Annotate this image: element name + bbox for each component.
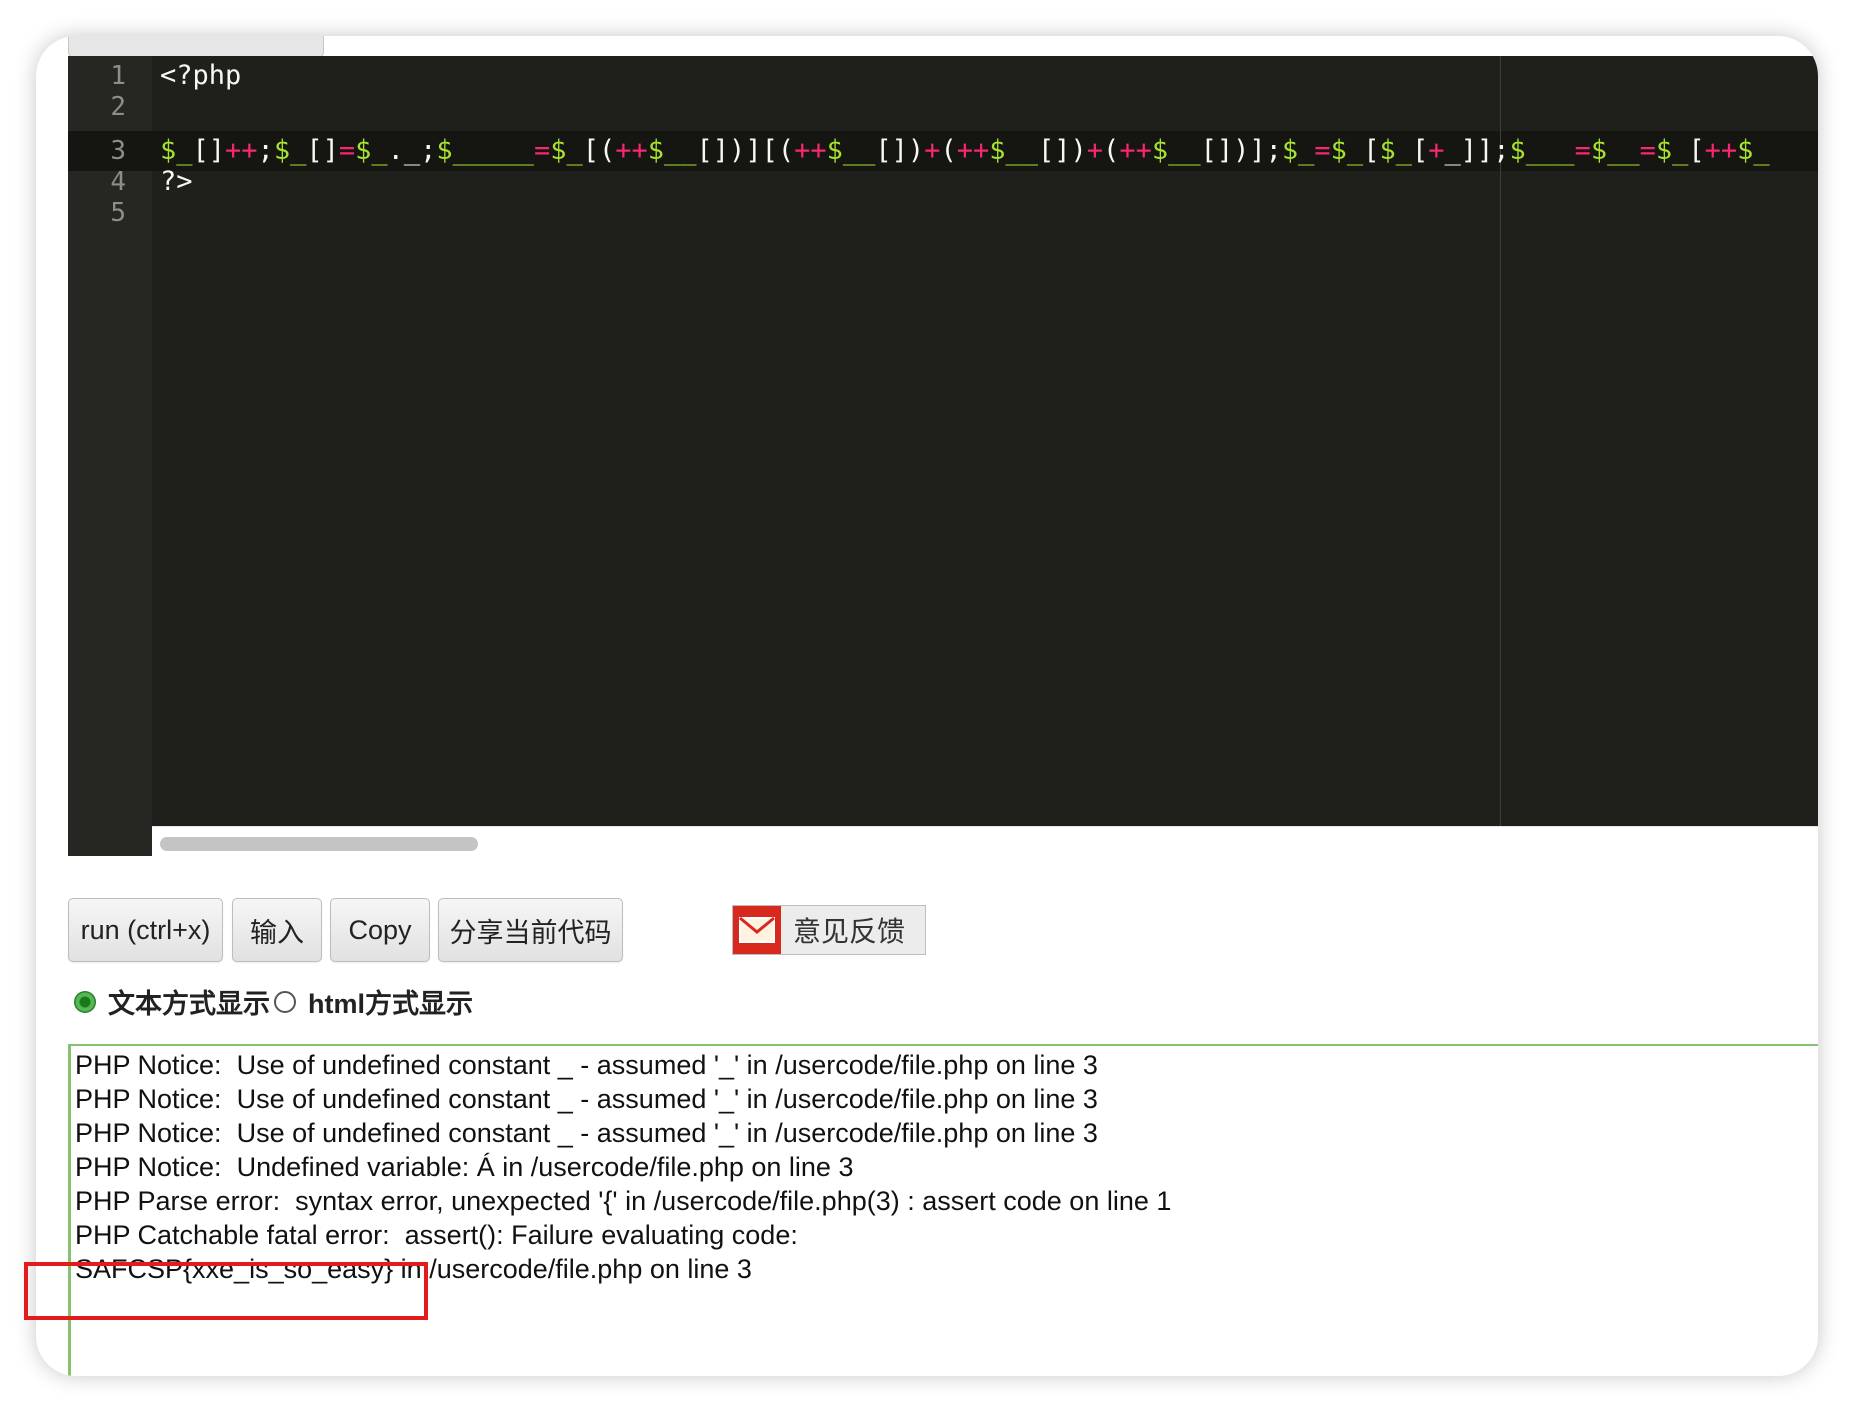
output-line: PHP Notice: Use of undefined constant _ … bbox=[75, 1050, 1098, 1080]
code-token: [])]; bbox=[1200, 135, 1282, 166]
code-token: $_____ bbox=[436, 135, 534, 166]
output-panel: PHP Notice: Use of undefined constant _ … bbox=[68, 1044, 1818, 1376]
code-token: $__ bbox=[647, 135, 697, 166]
output-line: PHP Notice: Use of undefined constant _ … bbox=[75, 1118, 1098, 1148]
code-token: $_ bbox=[550, 135, 583, 166]
mail-icon bbox=[733, 906, 781, 954]
radio-html-label: html方式显示 bbox=[308, 989, 473, 1019]
code-token: ; bbox=[257, 135, 274, 166]
code-token: $__ bbox=[1590, 135, 1640, 166]
run-button[interactable]: run (ctrl+x) bbox=[68, 898, 223, 962]
code-token: = bbox=[338, 135, 356, 166]
output-line: PHP Catchable fatal error: assert(): Fai… bbox=[75, 1220, 798, 1250]
code-token: ++ bbox=[956, 135, 990, 166]
code-token: $_ bbox=[1281, 135, 1315, 166]
code-token: [( bbox=[761, 135, 795, 166]
red-highlight-box bbox=[24, 1262, 428, 1320]
code-token: [] bbox=[306, 135, 339, 166]
line-number: 5 bbox=[110, 198, 126, 228]
code-token: $___ bbox=[1509, 135, 1575, 166]
code-token: [])] bbox=[696, 135, 762, 166]
radio-selected-icon[interactable] bbox=[74, 990, 96, 1013]
code-token: = bbox=[1639, 135, 1656, 166]
code-token: [ bbox=[1363, 135, 1380, 166]
code-token: $_ bbox=[273, 135, 307, 166]
code-line-3: $_[]++;$_[]=$_._;$_____=$_[(++$__[])][(+… bbox=[160, 133, 1770, 169]
code-token: _]]; bbox=[1444, 135, 1510, 166]
code-token: ++ bbox=[225, 135, 258, 166]
radio-html-mode[interactable]: html方式显示 bbox=[274, 982, 473, 1021]
code-token: $_ bbox=[1330, 135, 1364, 166]
code-line-1: <?php bbox=[160, 60, 242, 91]
code-token: $_ bbox=[1379, 135, 1412, 166]
share-code-button[interactable]: 分享当前代码 bbox=[438, 898, 623, 962]
editor-top-tab[interactable] bbox=[68, 36, 324, 58]
code-token: = bbox=[533, 135, 551, 166]
code-token: $__ bbox=[1151, 135, 1201, 166]
code-token: = bbox=[1574, 135, 1591, 166]
feedback-label: 意见反馈 bbox=[793, 916, 906, 947]
code-token: $_ bbox=[160, 135, 193, 166]
code-token: [( bbox=[582, 135, 616, 166]
code-line-4: ?> bbox=[160, 166, 193, 197]
code-token: ( bbox=[1103, 135, 1120, 166]
code-token: ._; bbox=[387, 135, 437, 166]
code-token: ( bbox=[940, 135, 957, 166]
code-token: $_ bbox=[1737, 135, 1770, 166]
code-token: ++ bbox=[1119, 135, 1152, 166]
line-number: 2 bbox=[110, 92, 126, 122]
radio-text-label: 文本方式显示 bbox=[108, 989, 270, 1019]
output-line: PHP Notice: Use of undefined constant _ … bbox=[75, 1084, 1098, 1114]
code-token: ++ bbox=[1704, 135, 1738, 166]
code-token: []) bbox=[1038, 135, 1087, 166]
feedback-button[interactable]: 意见反馈 bbox=[732, 905, 926, 955]
code-token: = bbox=[1314, 135, 1331, 166]
code-token: + bbox=[924, 135, 941, 166]
output-line: PHP Parse error: syntax error, unexpecte… bbox=[75, 1186, 1172, 1216]
app-window: 1 2 3 4 5 <?php $_[]++;$_[]=$_._;$_____=… bbox=[36, 36, 1818, 1376]
code-token: ++ bbox=[615, 135, 648, 166]
code-token: []) bbox=[875, 135, 925, 166]
code-token: + bbox=[1086, 135, 1104, 166]
input-button[interactable]: 输入 bbox=[232, 898, 322, 962]
code-token: ++ bbox=[794, 135, 827, 166]
code-editor[interactable]: 1 2 3 4 5 <?php $_[]++;$_[]=$_._;$_____=… bbox=[68, 56, 1818, 856]
code-token: [ bbox=[1688, 135, 1705, 166]
code-token: $_ bbox=[355, 135, 388, 166]
code-token: $_ bbox=[1655, 135, 1689, 166]
radio-unselected-icon[interactable] bbox=[274, 990, 296, 1013]
horizontal-scrollbar[interactable] bbox=[152, 826, 1818, 856]
code-token: $__ bbox=[989, 135, 1038, 166]
code-token: $__ bbox=[826, 135, 876, 166]
copy-button[interactable]: Copy bbox=[330, 898, 430, 962]
output-line: PHP Notice: Undefined variable: Á in /us… bbox=[75, 1152, 854, 1182]
radio-text-mode[interactable]: 文本方式显示 bbox=[74, 982, 270, 1021]
code-token: + bbox=[1428, 135, 1445, 166]
code-token: [ bbox=[1411, 135, 1429, 166]
code-token: [] bbox=[192, 135, 226, 166]
print-margin bbox=[1500, 56, 1501, 826]
scrollbar-thumb[interactable] bbox=[160, 837, 478, 851]
